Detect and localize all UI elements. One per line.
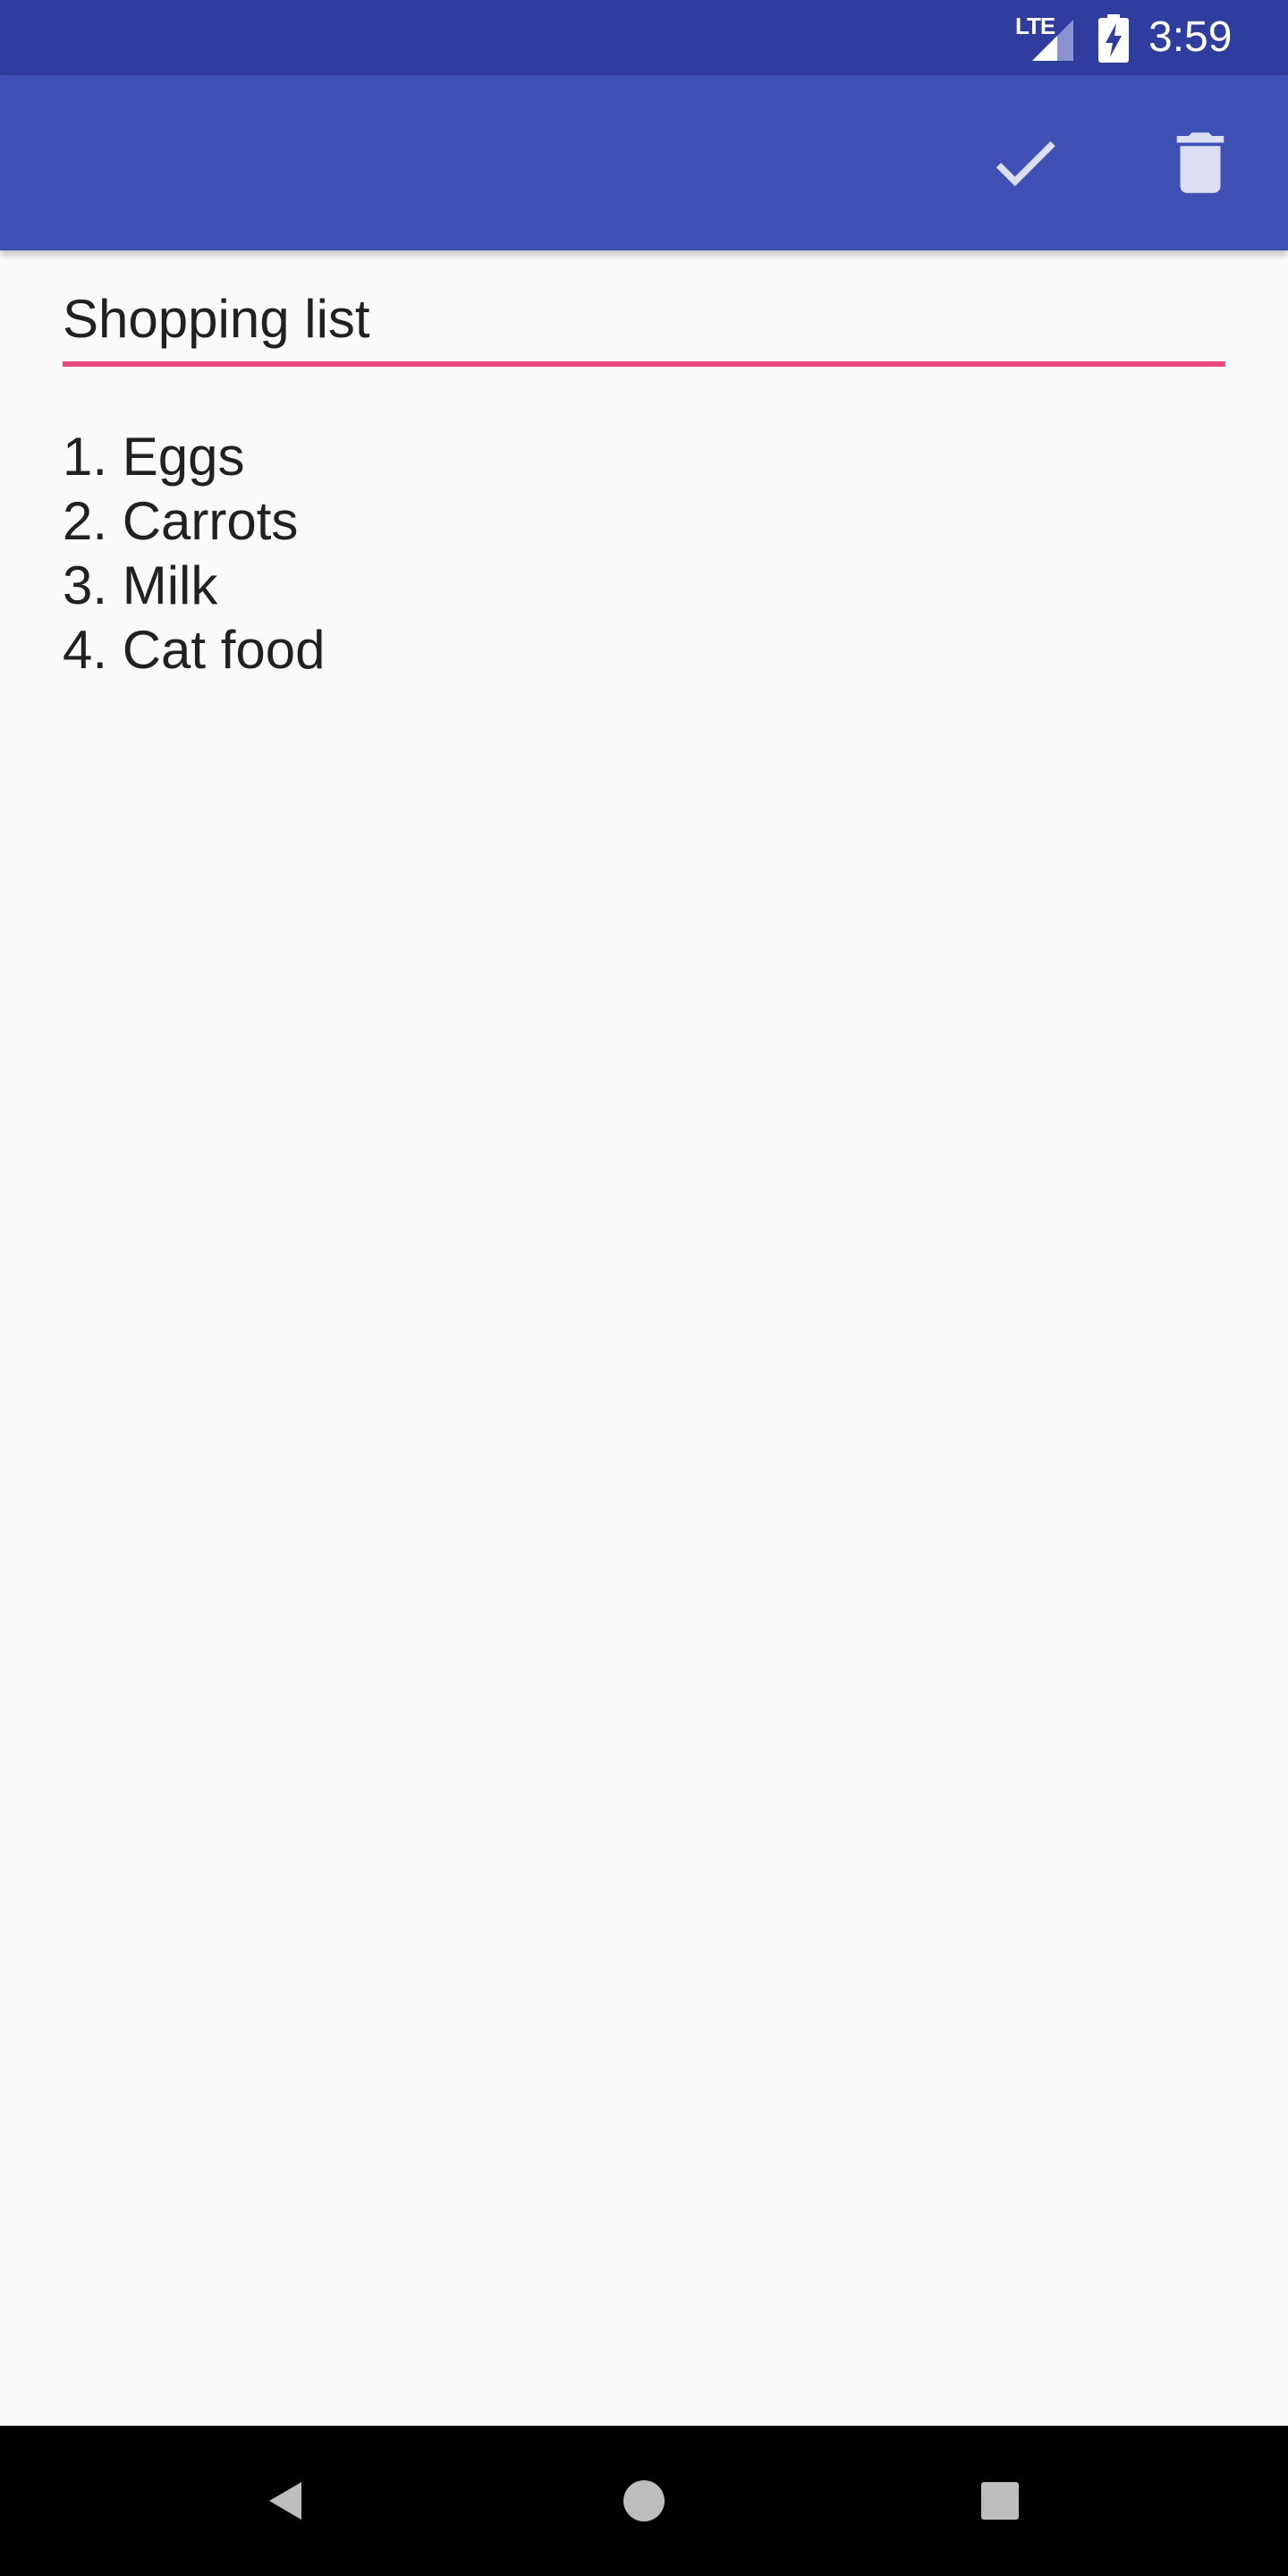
delete-button[interactable] bbox=[1143, 106, 1258, 220]
note-line: 4. Cat food bbox=[63, 620, 326, 680]
trash-icon bbox=[1176, 132, 1224, 193]
title-underline bbox=[63, 361, 1225, 367]
note-line: 3. Milk bbox=[63, 555, 218, 615]
note-line: 1. Eggs bbox=[63, 427, 245, 487]
note-title-field[interactable]: Shopping list bbox=[63, 277, 1225, 367]
recents-icon bbox=[981, 2482, 1019, 2520]
back-icon bbox=[269, 2482, 301, 2520]
recents-button[interactable] bbox=[955, 2456, 1045, 2546]
app-screen: LTE 3:59 Shopping list 1. Eggs 2. Carrot… bbox=[0, 0, 1288, 2576]
home-button[interactable] bbox=[599, 2456, 689, 2546]
clock: 3:59 bbox=[1148, 13, 1233, 61]
home-icon bbox=[623, 2480, 665, 2521]
note-line: 2. Carrots bbox=[63, 491, 299, 551]
back-button[interactable] bbox=[242, 2456, 331, 2546]
navigation-bar bbox=[0, 2426, 1288, 2576]
save-button[interactable] bbox=[968, 106, 1082, 220]
note-title-input[interactable]: Shopping list bbox=[63, 288, 370, 350]
note-body-field[interactable]: 1. Eggs 2. Carrots 3. Milk 4. Cat food bbox=[63, 425, 1225, 693]
checkmark-icon bbox=[996, 140, 1055, 187]
signal-icon bbox=[1032, 20, 1073, 61]
app-toolbar bbox=[0, 75, 1288, 250]
status-bar: LTE 3:59 bbox=[0, 0, 1288, 75]
battery-charging-icon bbox=[1098, 14, 1129, 63]
